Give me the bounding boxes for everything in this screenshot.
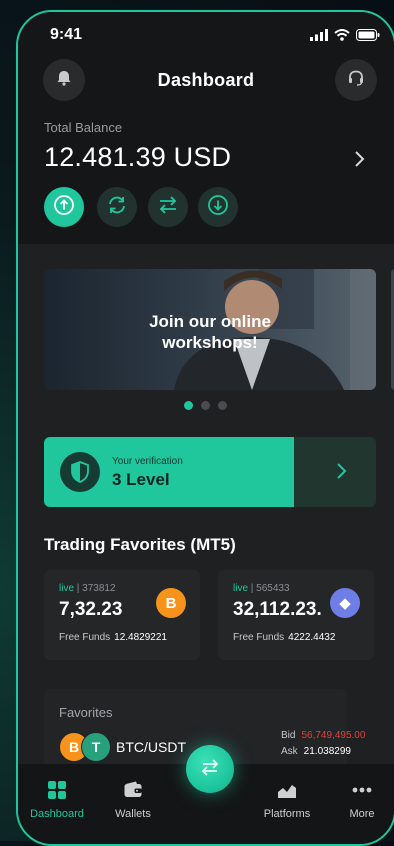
status-icons bbox=[310, 28, 380, 46]
signal-icon bbox=[310, 28, 328, 46]
transfer-button[interactable] bbox=[148, 187, 188, 227]
nav-label: Dashboard bbox=[30, 808, 84, 820]
deposit-button[interactable] bbox=[44, 187, 84, 227]
tether-icon: T bbox=[81, 732, 111, 762]
carousel-dot-3[interactable] bbox=[218, 401, 227, 410]
phone-frame: 9:41 Dashboard Total Balance 12.481.39 U… bbox=[16, 10, 394, 846]
nav-item-platforms[interactable]: Platforms bbox=[252, 780, 322, 820]
bid-label: Bid bbox=[281, 730, 296, 741]
refresh-icon bbox=[106, 194, 128, 221]
free-funds: Free Funds 4222.4432 bbox=[233, 632, 335, 643]
balance-details-button[interactable] bbox=[354, 150, 366, 173]
wifi-icon bbox=[334, 28, 350, 46]
nav-label: More bbox=[349, 808, 375, 820]
transfer-icon bbox=[157, 194, 179, 221]
trading-account-card[interactable]: live | 373812 7,32.23 B Free Funds 12.482… bbox=[44, 570, 200, 660]
nav-item-wallets[interactable]: Wallets bbox=[98, 780, 168, 820]
bitcoin-icon: B bbox=[156, 588, 186, 618]
trading-favorites-title: Trading Favorites (MT5) bbox=[44, 535, 236, 554]
trading-account-card[interactable]: live | 565433 32,112.23. ◆ Free Funds 422… bbox=[218, 570, 374, 660]
chart-icon bbox=[252, 780, 322, 800]
ask-row: Ask 21.038299 bbox=[281, 746, 351, 757]
account-meta: live | 373812 bbox=[59, 583, 116, 594]
balance-label: Total Balance bbox=[44, 120, 123, 135]
chevron-right-icon bbox=[336, 463, 348, 484]
pair-coins: B T bbox=[59, 732, 111, 762]
ask-label: Ask bbox=[281, 746, 298, 757]
banner-text-line2: workshops! bbox=[162, 333, 258, 352]
chevron-right-icon bbox=[354, 151, 366, 172]
trade-fab-button[interactable] bbox=[186, 745, 234, 793]
bid-row: Bid 56,749,495.00 bbox=[281, 730, 365, 741]
swap-arrows-icon bbox=[199, 756, 221, 783]
shield-icon bbox=[60, 452, 100, 492]
live-badge: live bbox=[59, 583, 75, 594]
carousel-dot-1[interactable] bbox=[184, 401, 193, 410]
pair-name[interactable]: BTC/USDT bbox=[116, 739, 186, 755]
free-funds-value: 12.4829221 bbox=[114, 632, 167, 643]
verification-label: Your verification bbox=[112, 456, 183, 467]
free-funds-value: 4222.4432 bbox=[288, 632, 336, 643]
nav-label: Wallets bbox=[115, 808, 151, 820]
nav-item-dashboard[interactable]: Dashboard bbox=[22, 780, 92, 820]
banner-text: Join our online workshops! bbox=[44, 311, 376, 353]
verification-card[interactable]: Your verification 3 Level bbox=[44, 437, 376, 507]
nav-item-more[interactable]: More bbox=[327, 780, 394, 820]
balance-value: 12.481.39 USD bbox=[44, 142, 232, 172]
account-number: 373812 bbox=[82, 583, 116, 594]
free-funds-label: Free Funds bbox=[59, 632, 111, 643]
withdraw-button[interactable] bbox=[198, 187, 238, 227]
verification-open-button[interactable] bbox=[336, 462, 348, 485]
more-dots-icon bbox=[327, 780, 394, 800]
account-price: 32,112.23. bbox=[233, 599, 322, 620]
deposit-arrow-up-icon bbox=[53, 194, 75, 221]
status-time: 9:41 bbox=[50, 26, 83, 43]
wallet-icon bbox=[98, 780, 168, 800]
verification-panel: Your verification 3 Level bbox=[44, 437, 294, 507]
carousel-dot-2[interactable] bbox=[201, 401, 210, 410]
free-funds-label: Free Funds bbox=[233, 632, 285, 643]
dashboard-grid-icon bbox=[22, 780, 92, 800]
favorites-title: Favorites bbox=[59, 705, 113, 720]
exchange-button[interactable] bbox=[97, 187, 137, 227]
ask-value: 21.038299 bbox=[303, 746, 351, 757]
headset-icon bbox=[347, 69, 365, 92]
carousel-pagination bbox=[184, 401, 227, 410]
account-number: 565433 bbox=[256, 583, 290, 594]
account-meta: live | 565433 bbox=[233, 583, 290, 594]
bid-value: 56,749,495.00 bbox=[301, 730, 366, 741]
support-button[interactable] bbox=[335, 59, 377, 101]
free-funds: Free Funds 12.4829221 bbox=[59, 632, 167, 643]
ethereum-icon: ◆ bbox=[330, 588, 360, 618]
verification-level: 3 Level bbox=[112, 470, 170, 489]
account-price: 7,32.23 bbox=[59, 599, 123, 620]
banner-text-line1: Join our online bbox=[149, 312, 271, 331]
nav-label: Platforms bbox=[263, 808, 311, 820]
promo-banner[interactable]: Join our online workshops! bbox=[44, 269, 376, 390]
battery-icon bbox=[356, 28, 380, 46]
live-badge: live bbox=[233, 583, 249, 594]
withdraw-arrow-down-icon bbox=[207, 194, 229, 221]
